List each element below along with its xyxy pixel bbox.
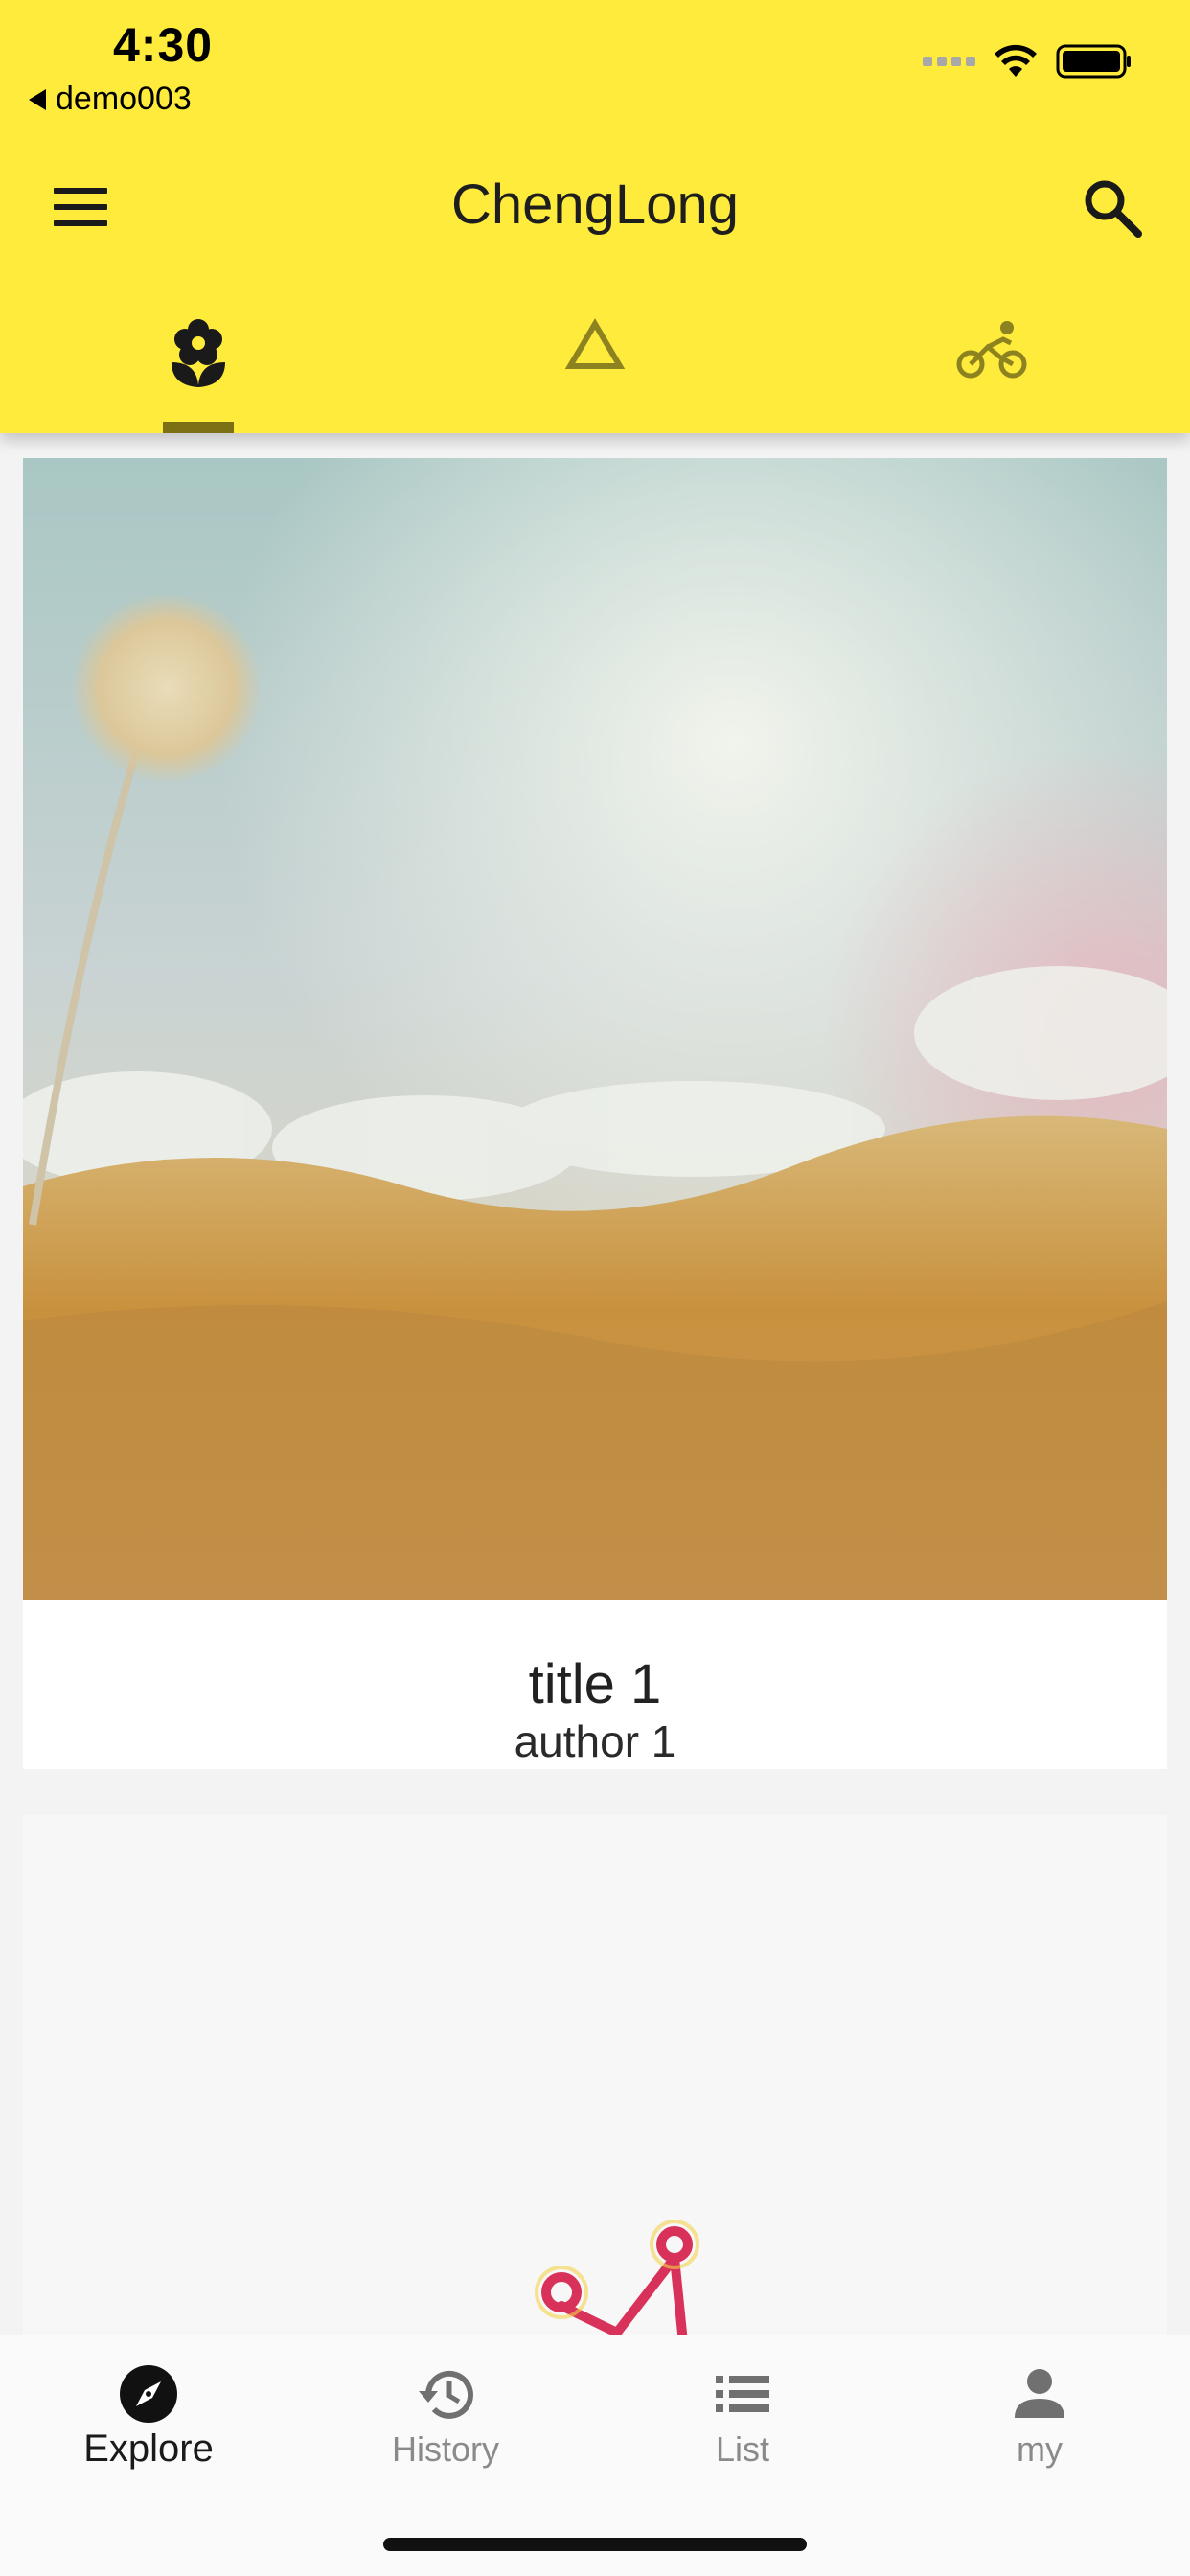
back-to-app-link[interactable]: demo003 <box>29 80 192 118</box>
dandelion-meadow-photo <box>23 458 1167 1600</box>
status-icons <box>923 42 1133 80</box>
wifi-icon <box>995 44 1037 77</box>
crown-doodle-photo <box>535 2220 699 2352</box>
compass-icon <box>120 2365 177 2423</box>
status-time: 4:30 <box>113 18 214 72</box>
article-card[interactable]: title 1 author 1 <box>23 458 1167 1769</box>
nav-list[interactable]: List <box>594 2335 891 2527</box>
nav-label: Explore <box>83 2427 214 2470</box>
back-app-label: demo003 <box>56 80 192 117</box>
flower-icon <box>172 319 225 387</box>
nav-my[interactable]: my <box>891 2335 1188 2527</box>
nav-history[interactable]: History <box>297 2335 594 2527</box>
person-icon <box>1015 2369 1064 2418</box>
bike-icon <box>956 321 1027 379</box>
triangle-icon <box>564 318 626 369</box>
app-header: 4:30 demo003 ChengLong <box>0 0 1190 433</box>
battery-icon <box>1056 44 1131 79</box>
selected-tab-indicator <box>163 422 234 433</box>
back-arrow-icon <box>29 88 46 110</box>
page-title: ChengLong <box>451 173 739 236</box>
nav-label: List <box>715 2429 770 2469</box>
nav-explore[interactable]: Explore <box>0 2335 297 2527</box>
history-icon <box>419 2370 473 2419</box>
card-title: title 1 <box>528 1653 662 1715</box>
nav-label: History <box>391 2429 499 2469</box>
signal-dots-icon <box>923 57 975 66</box>
search-icon[interactable] <box>1079 174 1146 242</box>
tab-triangle[interactable] <box>397 305 793 433</box>
card-author: author 1 <box>514 1716 676 1766</box>
list-icon <box>716 2376 769 2412</box>
nav-label: my <box>1017 2429 1063 2469</box>
tab-flower[interactable] <box>0 305 397 433</box>
home-indicator[interactable] <box>383 2538 807 2551</box>
tab-bike[interactable] <box>793 305 1190 433</box>
article-card[interactable] <box>23 1815 1167 2352</box>
